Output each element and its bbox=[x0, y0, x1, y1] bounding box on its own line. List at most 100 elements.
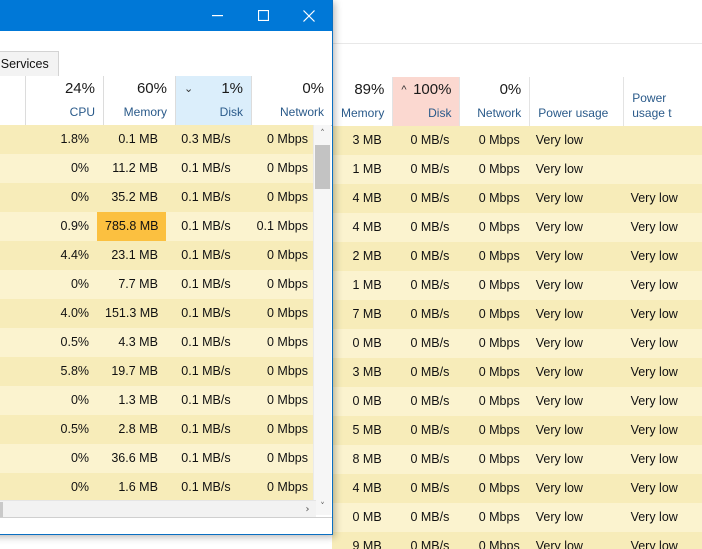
foreground-window-titlebar[interactable] bbox=[0, 0, 332, 31]
bg-column-disk-percent: 100% bbox=[413, 81, 452, 98]
fg-column-header-disk[interactable]: ⌄ 1% Disk bbox=[175, 76, 251, 125]
cell-memory: 4 MB bbox=[332, 184, 390, 213]
table-row[interactable]: 0.5% 4.3 MB 0.1 MB/s 0 Mbps bbox=[0, 328, 316, 357]
table-row[interactable]: 1.8% 0.1 MB 0.3 MB/s 0 Mbps bbox=[0, 125, 316, 154]
cell-cpu: 4.4% bbox=[22, 241, 98, 270]
cell-power-usage: Very low bbox=[527, 242, 623, 271]
scroll-down-arrow-icon[interactable]: ˅ bbox=[314, 498, 331, 515]
cell-memory: 1.6 MB bbox=[97, 473, 166, 502]
table-row[interactable]: 4.4% 23.1 MB 0.1 MB/s 0 Mbps bbox=[0, 241, 316, 270]
table-row[interactable]: 0% 35.2 MB 0.1 MB/s 0 Mbps bbox=[0, 183, 316, 212]
table-row[interactable]: 0.5% 2.8 MB 0.1 MB/s 0 Mbps bbox=[0, 415, 316, 444]
table-row[interactable]: 0% 36.6 MB 0.1 MB/s 0 Mbps bbox=[0, 444, 316, 473]
cell-disk: 0 MB/s bbox=[389, 271, 458, 300]
tab-services[interactable]: Services bbox=[0, 51, 59, 76]
cell-network: 0 Mbps bbox=[457, 184, 528, 213]
cell-memory: 0 MB bbox=[332, 329, 390, 358]
foreground-process-table-body[interactable]: 1.8% 0.1 MB 0.3 MB/s 0 Mbps 0% 11.2 MB 0.1 MB/… bbox=[0, 125, 316, 515]
background-process-table-body[interactable]: 3 MB 0 MB/s 0 Mbps Very low 1 MB 0 MB/s 0 Mbps… bbox=[332, 126, 702, 549]
scroll-right-arrow-icon[interactable]: › bbox=[299, 501, 316, 518]
cell-network: 0 Mbps bbox=[457, 532, 528, 549]
scroll-up-arrow-icon[interactable]: ˄ bbox=[314, 125, 331, 142]
table-row[interactable]: 0 MB 0 MB/s 0 Mbps Very low Very low bbox=[332, 387, 702, 416]
table-row[interactable]: 0% 11.2 MB 0.1 MB/s 0 Mbps bbox=[0, 154, 316, 183]
foreground-task-manager-window[interactable]: ails Services 24% CPU 60% Memory ⌄ 1% Di… bbox=[0, 0, 333, 535]
vertical-scrollbar-thumb[interactable] bbox=[315, 145, 330, 189]
cell-power-usage: Very low bbox=[527, 416, 623, 445]
bg-column-network-label: Network bbox=[477, 106, 522, 120]
bg-column-power-usage-label: Power usage bbox=[538, 106, 609, 120]
bg-column-header-power-usage-trend[interactable]: Power usage t bbox=[623, 77, 702, 126]
cell-memory: 1.3 MB bbox=[97, 386, 166, 415]
table-row[interactable]: 8 MB 0 MB/s 0 Mbps Very low Very low bbox=[332, 445, 702, 474]
fg-column-header-cpu[interactable]: 24% CPU bbox=[25, 76, 103, 125]
cell-power-usage: Very low bbox=[527, 126, 623, 155]
cell-process-name bbox=[0, 125, 23, 154]
cell-disk: 0 MB/s bbox=[389, 300, 458, 329]
bg-column-header-disk[interactable]: ^ 100% Disk bbox=[392, 77, 460, 126]
table-row[interactable]: 9 MB 0 MB/s 0 Mbps Very low Very low bbox=[332, 532, 702, 549]
table-row[interactable]: 0% 1.6 MB 0.1 MB/s 0 Mbps bbox=[0, 473, 316, 502]
background-task-manager-window[interactable]: 89% Memory ^ 100% Disk 0% Network Power … bbox=[332, 0, 702, 549]
foreground-window-statusbar bbox=[0, 517, 332, 534]
close-button[interactable] bbox=[286, 0, 332, 31]
table-row[interactable]: 0% 7.7 MB 0.1 MB/s 0 Mbps bbox=[0, 270, 316, 299]
cell-process-name bbox=[0, 212, 23, 241]
cell-disk: 0 MB/s bbox=[389, 445, 458, 474]
bg-column-header-network[interactable]: 0% Network bbox=[459, 77, 529, 126]
table-row[interactable]: 2 MB 0 MB/s 0 Mbps Very low Very low bbox=[332, 242, 702, 271]
cell-memory: 9 MB bbox=[332, 532, 390, 549]
cell-cpu: 4.0% bbox=[22, 299, 98, 328]
cell-network: 0 Mbps bbox=[238, 386, 316, 415]
cell-disk: 0 MB/s bbox=[389, 184, 458, 213]
cell-process-name bbox=[0, 183, 23, 212]
table-row[interactable]: 3 MB 0 MB/s 0 Mbps Very low bbox=[332, 126, 702, 155]
bg-column-header-power-usage[interactable]: Power usage bbox=[529, 77, 623, 126]
table-row[interactable]: 4.0% 151.3 MB 0.1 MB/s 0 Mbps bbox=[0, 299, 316, 328]
cell-network: 0 Mbps bbox=[238, 473, 316, 502]
cell-memory: 0 MB bbox=[332, 503, 390, 532]
table-row[interactable]: 4 MB 0 MB/s 0 Mbps Very low Very low bbox=[332, 474, 702, 503]
fg-column-header-network[interactable]: 0% Network bbox=[251, 76, 332, 125]
table-row[interactable]: 3 MB 0 MB/s 0 Mbps Very low Very low bbox=[332, 358, 702, 387]
cell-memory: 151.3 MB bbox=[97, 299, 166, 328]
fg-column-network-label: Network bbox=[279, 105, 324, 119]
cell-process-name bbox=[0, 357, 23, 386]
table-row[interactable]: 5.8% 19.7 MB 0.1 MB/s 0 Mbps bbox=[0, 357, 316, 386]
cell-network: 0 Mbps bbox=[457, 155, 528, 184]
minimize-button[interactable] bbox=[194, 0, 240, 31]
foreground-window-tabstrip[interactable]: ails Services bbox=[0, 44, 332, 77]
table-row[interactable]: 0% 1.3 MB 0.1 MB/s 0 Mbps bbox=[0, 386, 316, 415]
table-row[interactable]: 5 MB 0 MB/s 0 Mbps Very low Very low bbox=[332, 416, 702, 445]
horizontal-scrollbar[interactable]: › bbox=[0, 500, 316, 518]
maximize-button[interactable] bbox=[240, 0, 286, 31]
table-row[interactable]: 0 MB 0 MB/s 0 Mbps Very low Very low bbox=[332, 329, 702, 358]
fg-column-network-percent: 0% bbox=[302, 80, 324, 97]
fg-column-header-name-spacer[interactable] bbox=[0, 76, 25, 125]
horizontal-scrollbar-thumb[interactable] bbox=[0, 502, 3, 517]
cell-power-usage: Very low bbox=[527, 445, 623, 474]
cell-power-usage-trend: Very low bbox=[622, 184, 702, 213]
cell-disk: 0 MB/s bbox=[389, 242, 458, 271]
cell-memory: 19.7 MB bbox=[97, 357, 166, 386]
bg-column-header-memory[interactable]: 89% Memory bbox=[332, 77, 392, 126]
table-row[interactable]: 4 MB 0 MB/s 0 Mbps Very low Very low bbox=[332, 184, 702, 213]
table-row[interactable]: 1 MB 0 MB/s 0 Mbps Very low Very low bbox=[332, 271, 702, 300]
cell-memory: 23.1 MB bbox=[97, 241, 166, 270]
bg-column-power-usage-trend-label: Power usage t bbox=[632, 91, 672, 120]
cell-disk: 0.1 MB/s bbox=[165, 357, 239, 386]
fg-column-header-memory[interactable]: 60% Memory bbox=[103, 76, 175, 125]
cell-memory: 4 MB bbox=[332, 213, 390, 242]
cell-cpu: 0% bbox=[22, 154, 98, 183]
cell-disk: 0 MB/s bbox=[389, 532, 458, 549]
table-row[interactable]: 7 MB 0 MB/s 0 Mbps Very low Very low bbox=[332, 300, 702, 329]
cell-disk: 0.1 MB/s bbox=[165, 386, 239, 415]
table-row[interactable]: 0 MB 0 MB/s 0 Mbps Very low Very low bbox=[332, 503, 702, 532]
vertical-scrollbar[interactable]: ˄ ˅ bbox=[313, 125, 331, 515]
bg-column-network-percent: 0% bbox=[499, 81, 522, 98]
table-row[interactable]: 0.9% 785.8 MB 0.1 MB/s 0.1 Mbps bbox=[0, 212, 316, 241]
cell-process-name bbox=[0, 270, 23, 299]
table-row[interactable]: 4 MB 0 MB/s 0 Mbps Very low Very low bbox=[332, 213, 702, 242]
cell-memory: 0 MB bbox=[332, 387, 390, 416]
table-row[interactable]: 1 MB 0 MB/s 0 Mbps Very low bbox=[332, 155, 702, 184]
